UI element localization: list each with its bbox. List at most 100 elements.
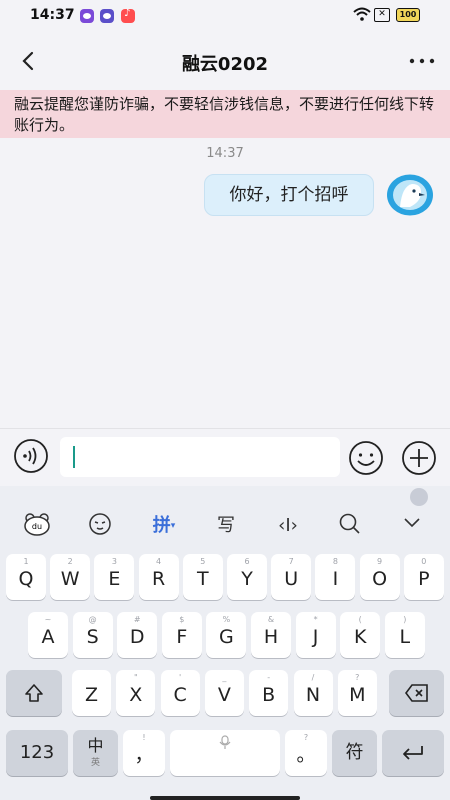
emoji-icon[interactable]	[347, 439, 385, 477]
key-hint: &	[267, 615, 275, 624]
key-hint: 1	[23, 557, 29, 566]
add-attachment-icon[interactable]	[400, 439, 438, 477]
key-label: P	[418, 568, 430, 590]
emoji-face-icon[interactable]	[80, 512, 120, 540]
key-hint: #	[133, 615, 141, 624]
message-input-bar	[0, 428, 450, 486]
key-label: B	[262, 684, 276, 706]
key-p[interactable]: 0P	[403, 554, 444, 600]
symbols-key[interactable]: 符	[332, 730, 377, 776]
key-label: X	[129, 684, 143, 706]
app-notification-icon	[100, 9, 114, 23]
key-label: H	[263, 626, 279, 648]
enter-key[interactable]	[382, 730, 444, 776]
search-icon[interactable]	[330, 512, 370, 540]
key-hint: %	[222, 615, 231, 624]
comma-key-label: ，	[134, 744, 154, 766]
key-o[interactable]: 9O	[359, 554, 400, 600]
key-s[interactable]: @ S	[72, 612, 113, 658]
pinyin-mode-tab[interactable]: 拼▾	[144, 512, 184, 540]
key-label: J	[312, 626, 319, 648]
period-key-hint: ?	[303, 733, 309, 742]
key-label: C	[173, 684, 187, 706]
sent-message-bubble[interactable]: 你好，打个招呼	[204, 174, 374, 216]
key-hint: /	[311, 673, 315, 682]
no-sim-icon: ✕	[374, 8, 390, 22]
key-t[interactable]: 5T	[182, 554, 223, 600]
key-y[interactable]: 6Y	[227, 554, 267, 600]
pinyin-label: 拼	[152, 515, 171, 536]
more-icon[interactable]	[406, 48, 438, 74]
key-e[interactable]: 3E	[94, 554, 135, 600]
key-h[interactable]: & H	[251, 612, 291, 658]
home-indicator[interactable]	[150, 796, 300, 800]
key-hint: 5	[200, 557, 206, 566]
key-m[interactable]: ? M	[337, 670, 377, 716]
battery-icon: 100	[396, 8, 420, 22]
key-z[interactable]: Z	[72, 670, 111, 716]
chevron-down-icon[interactable]	[392, 512, 432, 540]
key-i[interactable]: 8I	[315, 554, 356, 600]
comma-key[interactable]: ! ，	[123, 730, 165, 776]
message-timestamp: 14:37	[206, 146, 244, 161]
number-mode-key[interactable]: 123	[6, 730, 68, 776]
app-notification-icon	[80, 9, 94, 23]
key-w[interactable]: 2W	[50, 554, 91, 600]
key-a[interactable]: ~ A	[28, 612, 68, 658]
key-hint: -	[267, 673, 271, 682]
status-bar: 14:37 ✕ 100	[0, 0, 450, 32]
key-hint: "	[133, 673, 138, 682]
key-label: S	[86, 626, 99, 648]
key-f[interactable]: $ F	[161, 612, 202, 658]
key-q[interactable]: 1Q	[6, 554, 46, 600]
language-secondary-label: 英	[90, 758, 100, 768]
user-avatar[interactable]	[386, 174, 434, 216]
key-d[interactable]: # D	[117, 612, 158, 658]
key-n[interactable]: / N	[293, 670, 333, 716]
key-r[interactable]: 4R	[138, 554, 179, 600]
voice-input-icon[interactable]	[12, 437, 50, 475]
key-g[interactable]: % G	[206, 612, 247, 658]
message-input[interactable]	[60, 437, 340, 477]
key-label: I	[332, 568, 339, 590]
key-hint: 6	[244, 557, 250, 566]
key-label: Z	[84, 684, 99, 706]
key-label: E	[108, 568, 121, 590]
key-hint: @	[88, 615, 97, 624]
key-label: O	[372, 568, 388, 590]
cursor-move-tab[interactable]: ‹I›	[268, 512, 308, 540]
key-hint: 8	[332, 557, 338, 566]
keyboard-assistant-icon[interactable]	[410, 488, 428, 506]
key-b[interactable]: -B	[249, 670, 289, 716]
chat-title: 融云0202	[181, 54, 269, 75]
period-key[interactable]: ? 。	[285, 730, 327, 776]
key-hint: 7	[288, 557, 294, 566]
backspace-key[interactable]	[389, 670, 444, 716]
key-label: F	[176, 626, 188, 648]
key-label: G	[219, 626, 234, 648]
key-label: V	[217, 684, 231, 706]
key-hint: *	[313, 615, 318, 624]
key-k[interactable]: (K	[340, 612, 381, 658]
key-c[interactable]: ' C	[160, 670, 200, 716]
key-l[interactable]: ) L	[384, 612, 425, 658]
bear-emoji-icon[interactable]: du	[17, 512, 57, 540]
language-switch-key[interactable]: 中 英	[73, 730, 118, 776]
space-key[interactable]	[170, 730, 280, 776]
key-hint: ?	[355, 673, 360, 682]
key-label: D	[129, 626, 145, 648]
key-v[interactable]: _ V	[204, 670, 244, 716]
key-label: M	[349, 684, 366, 706]
key-x[interactable]: " X	[116, 670, 156, 716]
shift-key[interactable]	[6, 670, 62, 716]
key-hint: (	[358, 615, 362, 624]
status-time: 14:37	[30, 7, 75, 23]
key-j[interactable]: * J	[295, 612, 336, 658]
key-label: W	[60, 568, 80, 590]
key-hint: _	[222, 673, 227, 682]
key-label: Q	[18, 568, 34, 590]
handwrite-mode-tab[interactable]: 写	[206, 512, 246, 540]
language-primary-label: 中	[87, 736, 104, 755]
key-u[interactable]: 7U	[271, 554, 312, 600]
key-label: U	[284, 568, 299, 590]
